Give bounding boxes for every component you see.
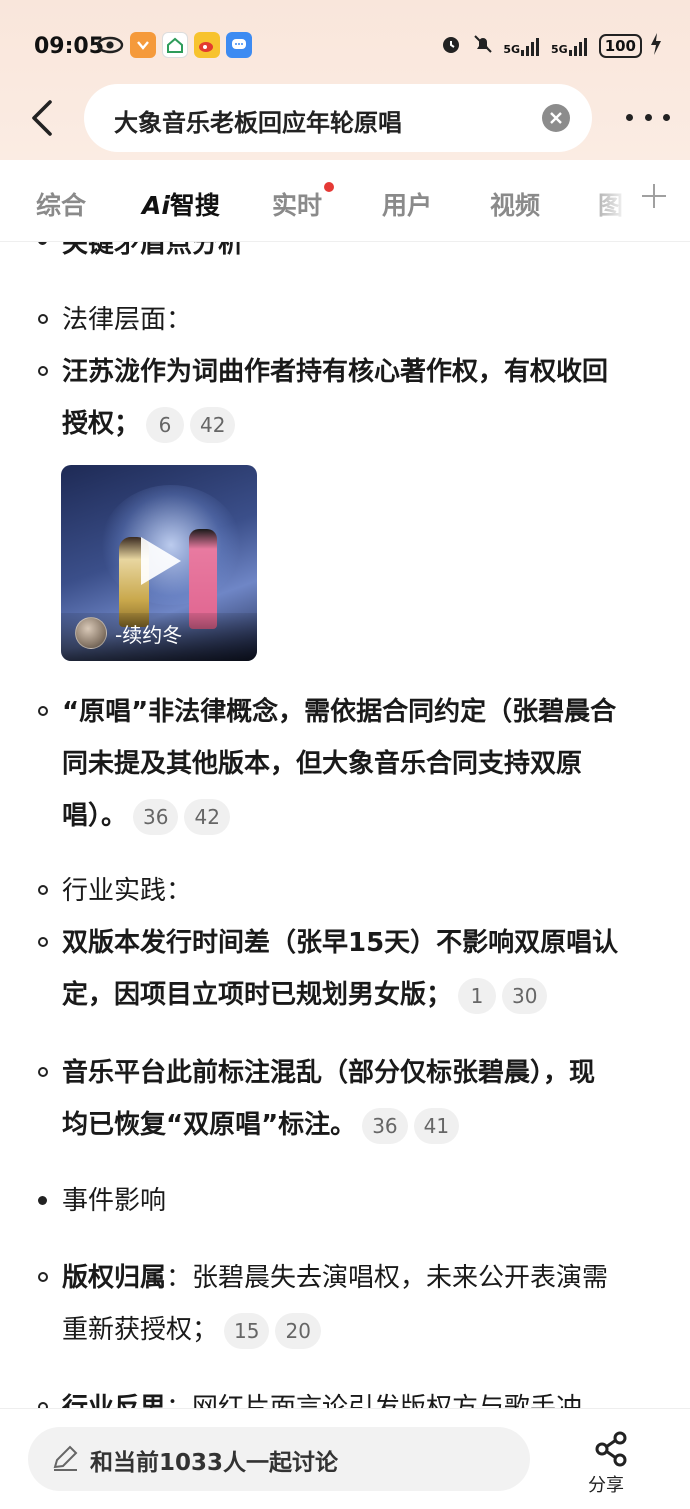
citation-badge[interactable]: 30 <box>502 977 548 1014</box>
legal-point1-line1: 汪苏泷作为词曲作者持有核心著作权，有权收回 <box>62 357 609 387</box>
industry-point2-line2-text: 均已恢复“双原唱”标注。 <box>62 1110 357 1140</box>
citation-badge[interactable]: 42 <box>190 406 236 443</box>
tab-ai-search[interactable]: Ai智搜 <box>142 186 220 222</box>
plus-icon <box>642 184 666 208</box>
share-label: 分享 <box>588 1475 624 1493</box>
search-query: 大象音乐老板回应年轮原唱 <box>114 109 402 137</box>
clear-search-button[interactable] <box>542 104 570 132</box>
bullet-hollow <box>38 314 48 324</box>
citation-badge[interactable]: 20 <box>275 1312 321 1349</box>
ai-answer-content: 关键矛盾点分析 法律层面： 汪苏泷作为词曲作者持有核心著作权，有权收回 授权； 6… <box>0 242 690 1410</box>
mute-icon <box>471 32 495 60</box>
copyright-line2: 重新获授权； 15 20 <box>62 1304 672 1356</box>
dot-icon <box>663 113 670 121</box>
copyright-line2-text: 重新获授权； <box>62 1315 219 1345</box>
citation-badge[interactable]: 36 <box>362 1107 408 1144</box>
copyright-line1-text: ：张碧晨失去演唱权，未来公开表演需 <box>166 1263 609 1293</box>
discuss-label: 和当前1033人一起讨论 <box>90 1450 339 1476</box>
impact-heading: 事件影响 <box>62 1186 167 1216</box>
legal-point1-line2: 授权； 6 42 <box>62 398 672 450</box>
search-tabs: 综合 Ai智搜 实时 用户 视频 图 <box>0 160 690 242</box>
app-orange-icon <box>130 32 156 58</box>
video-author: -续约冬 <box>115 623 183 647</box>
video-card[interactable]: -续约冬 <box>61 465 257 661</box>
bullet-hollow <box>38 1272 48 1282</box>
dot-icon <box>644 113 652 121</box>
legal-heading: 法律层面： <box>62 305 193 335</box>
eye-icon <box>96 32 124 58</box>
citation-badge[interactable]: 36 <box>133 798 179 835</box>
bullet-hollow <box>38 885 48 895</box>
message-app-icon <box>226 32 252 58</box>
alarm-icon <box>439 32 463 60</box>
tab-ai-search-label: 智搜 <box>169 191 220 220</box>
share-icon <box>595 1431 627 1467</box>
chevron-left-icon <box>32 100 52 136</box>
bullet-solid <box>38 1196 47 1205</box>
legal-point2-line3-text: 唱）。 <box>62 801 128 831</box>
ai-logo: Ai <box>142 191 170 220</box>
more-options-button[interactable] <box>626 104 670 130</box>
tab-realtime-label: 实时 <box>272 191 323 220</box>
bullet-hollow <box>38 1067 48 1077</box>
copyright-line1: 版权归属：张碧晨失去演唱权，未来公开表演需 <box>62 1252 672 1304</box>
discuss-button[interactable]: 和当前1033人一起讨论 <box>28 1427 530 1491</box>
bottom-bar: 和当前1033人一起讨论 分享 <box>0 1408 690 1509</box>
signal-icon-1: 5G <box>503 36 543 56</box>
home-app-icon <box>162 32 188 58</box>
industry-point1-line1: 双版本发行时间差（张早15天）不影响双原唱认 <box>62 928 619 958</box>
legal-point2-line1: “原唱”非法律概念，需依据合同约定（张碧晨合 <box>62 697 617 727</box>
status-bar: 09:05 5G 5G 100 <box>0 28 690 68</box>
play-icon <box>141 537 181 585</box>
search-input[interactable]: 大象音乐老板回应年轮原唱 <box>84 84 592 152</box>
tab-users[interactable]: 用户 <box>382 186 432 222</box>
add-tab-button[interactable] <box>640 178 668 219</box>
industry-point1-line2-text: 定，因项目立项时已规划男女版； <box>62 980 453 1010</box>
status-time: 09:05 <box>34 34 105 59</box>
legal-point2-line2: 同未提及其他版本，但大象音乐合同支持双原 <box>62 749 583 779</box>
new-badge-dot <box>324 182 335 192</box>
industry-point2-line2: 均已恢复“双原唱”标注。 36 41 <box>62 1099 672 1151</box>
dot-icon <box>626 113 633 121</box>
industry-point1-line2: 定，因项目立项时已规划男女版； 1 30 <box>62 969 672 1021</box>
industry-heading: 行业实践： <box>62 876 193 906</box>
section-heading-cut: 关键矛盾点分析 <box>62 242 245 259</box>
copyright-label: 版权归属 <box>62 1263 167 1293</box>
system-icons: 5G 5G 100 <box>439 32 662 60</box>
close-icon <box>550 112 562 124</box>
notification-icons <box>96 32 252 58</box>
industry-point2-line1: 音乐平台此前标注混乱（部分仅标张碧晨），现 <box>62 1058 596 1088</box>
charging-icon <box>650 33 662 59</box>
citation-badge[interactable]: 1 <box>458 977 497 1014</box>
legal-point1-line2-text: 授权； <box>62 409 141 439</box>
share-button[interactable] <box>592 1429 632 1469</box>
back-button[interactable] <box>24 96 60 140</box>
bullet-hollow <box>38 706 48 716</box>
bullet-hollow <box>38 366 48 376</box>
top-header: 09:05 5G 5G 100 大象音乐老板回应年轮原唱 <box>0 0 690 160</box>
author-avatar <box>75 617 107 649</box>
bullet-solid <box>38 242 47 245</box>
tab-realtime[interactable]: 实时 <box>272 182 335 222</box>
weibo-icon <box>194 32 220 58</box>
reflection-line1: 行业反思：网红片面言论引发版权方与歌手冲 <box>62 1382 672 1410</box>
citation-badge[interactable]: 41 <box>413 1107 460 1144</box>
citation-badge[interactable]: 6 <box>146 406 185 443</box>
legal-point2-line3: 唱）。 36 42 <box>62 790 672 842</box>
citation-badge[interactable]: 42 <box>184 798 230 835</box>
tab-videos[interactable]: 视频 <box>490 186 540 222</box>
signal-icon-2: 5G <box>551 36 591 56</box>
citation-badge[interactable]: 15 <box>224 1312 270 1349</box>
tab-fade <box>580 160 690 240</box>
pencil-icon <box>50 1443 80 1477</box>
bullet-hollow <box>38 937 48 947</box>
battery-indicator: 100 <box>598 34 642 58</box>
tab-comprehensive[interactable]: 综合 <box>36 186 86 222</box>
